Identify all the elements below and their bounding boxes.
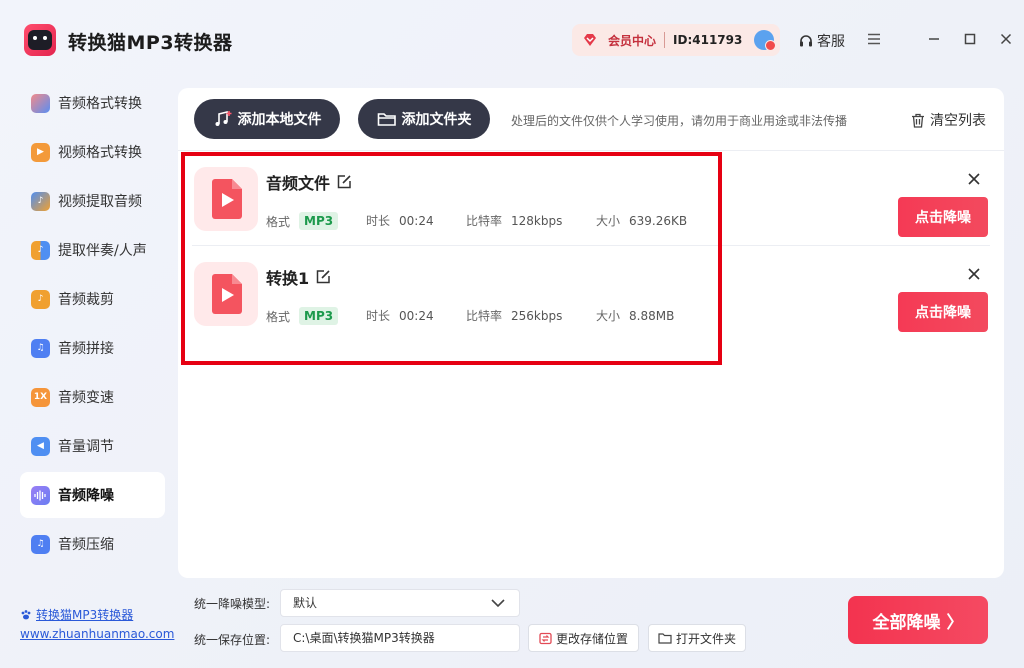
add-folder-label: 添加文件夹: [401, 112, 472, 128]
diamond-icon: [584, 34, 596, 46]
add-local-file-button[interactable]: 添加本地文件: [194, 99, 340, 139]
brand-footer: 转换猫MP3转换器 www.zhuanhuanmao.com: [20, 606, 174, 641]
usage-notice: 处理后的文件仅供个人学习使用，请勿用于商业用途或非法传播: [511, 114, 848, 128]
close-window-icon[interactable]: [998, 31, 1014, 47]
trash-icon: [912, 113, 924, 128]
remove-file-icon[interactable]: [966, 266, 982, 282]
sidebar-item-audio-cut[interactable]: ♪ 音频裁剪: [20, 276, 165, 322]
video-extract-audio-icon: ♪: [31, 191, 50, 211]
remove-file-icon[interactable]: [966, 171, 982, 187]
model-value: 默认: [293, 596, 318, 610]
denoise-button[interactable]: 点击降噪: [898, 292, 988, 332]
vip-label: 会员中心: [608, 33, 657, 48]
sidebar-item-label: 音频拼接: [58, 341, 114, 357]
denoise-icon: [31, 485, 50, 505]
brand-url-link[interactable]: www.zhuanhuanmao.com: [20, 627, 174, 641]
folder-icon: [658, 633, 672, 644]
audio-join-icon: ♫: [31, 338, 50, 358]
service-label: 客服: [817, 34, 845, 50]
sidebar-item-video-extract-audio[interactable]: ♪ 视频提取音频: [20, 178, 165, 224]
denoise-model-select[interactable]: 默认: [280, 589, 520, 617]
headset-icon: [800, 35, 812, 47]
brand-name: 转换猫MP3转换器: [36, 608, 134, 622]
paw-icon: [21, 609, 31, 619]
sidebar-item-label: 视频格式转换: [58, 145, 142, 161]
audio-convert-icon: [31, 93, 50, 113]
sidebar-item-audio-join[interactable]: ♫ 音频拼接: [20, 325, 165, 371]
sidebar-item-extract-vocals[interactable]: ♪ 提取伴奏/人声: [20, 227, 165, 273]
change-path-label: 更改存储位置: [555, 631, 628, 646]
sidebar-item-label: 提取伴奏/人声: [58, 243, 147, 259]
add-file-label: 添加本地文件: [237, 112, 322, 128]
sidebar-item-label: 音频格式转换: [58, 96, 142, 112]
customer-service-button[interactable]: 客服: [798, 31, 845, 51]
clear-list-button[interactable]: 清空列表: [911, 110, 986, 130]
title-bar: 转换猫MP3转换器 会员中心 ID:411793 客服: [0, 0, 1024, 80]
sidebar-item-audio-format-convert[interactable]: 音频格式转换: [20, 80, 165, 126]
app-title: 转换猫MP3转换器: [68, 32, 233, 54]
sidebar-item-audio-compress[interactable]: ♫ 音频压缩: [20, 521, 165, 567]
swap-icon: [539, 632, 552, 644]
sidebar-item-label: 音频压缩: [58, 537, 114, 553]
minimize-icon[interactable]: [926, 31, 942, 47]
extract-vocals-icon: ♪: [31, 240, 50, 260]
divider: [664, 32, 666, 48]
folder-icon: [377, 113, 396, 126]
vip-center-button[interactable]: 会员中心 ID:411793: [572, 24, 780, 56]
sidebar-item-audio-denoise[interactable]: 音频降噪: [20, 472, 165, 518]
save-path-field[interactable]: C:\桌面\转换猫MP3转换器: [280, 624, 520, 652]
video-convert-icon: ▶: [31, 142, 50, 162]
sidebar: 音频格式转换 ▶ 视频格式转换 ♪ 视频提取音频 ♪ 提取伴奏/人声 ♪ 音频裁…: [20, 80, 165, 570]
sidebar-item-label: 音量调节: [58, 439, 114, 455]
sidebar-item-video-format-convert[interactable]: ▶ 视频格式转换: [20, 129, 165, 175]
denoise-button[interactable]: 点击降噪: [898, 197, 988, 237]
chevron-down-icon: [491, 599, 505, 608]
app-logo: [24, 24, 56, 56]
open-folder-button[interactable]: 打开文件夹: [648, 624, 746, 652]
maximize-icon[interactable]: [962, 31, 978, 47]
sidebar-item-label: 音频降噪: [58, 488, 114, 504]
sidebar-item-label: 音频变速: [58, 390, 114, 406]
change-path-button[interactable]: 更改存储位置: [528, 624, 639, 652]
compress-icon: ♫: [31, 534, 50, 554]
clear-list-label: 清空列表: [930, 113, 986, 129]
audio-cut-icon: ♪: [31, 289, 50, 309]
sidebar-item-audio-speed[interactable]: 1X 音频变速: [20, 374, 165, 420]
add-folder-button[interactable]: 添加文件夹: [358, 99, 490, 139]
open-folder-label: 打开文件夹: [675, 631, 736, 646]
sidebar-item-label: 音频裁剪: [58, 292, 114, 308]
menu-icon[interactable]: [866, 31, 882, 47]
music-add-icon: [215, 110, 231, 126]
speed-icon: 1X: [31, 387, 50, 407]
volume-icon: ◀: [31, 436, 50, 456]
path-label: 统一保存位置:: [194, 633, 271, 647]
denoise-all-button[interactable]: 全部降噪 〉: [848, 596, 988, 644]
sidebar-item-label: 视频提取音频: [58, 194, 142, 210]
sidebar-item-volume[interactable]: ◀ 音量调节: [20, 423, 165, 469]
highlight-box: [181, 152, 722, 365]
model-label: 统一降噪模型:: [194, 597, 271, 611]
brand-link[interactable]: 转换猫MP3转换器: [20, 606, 174, 623]
user-id: ID:411793: [673, 33, 743, 47]
avatar[interactable]: [754, 30, 777, 51]
